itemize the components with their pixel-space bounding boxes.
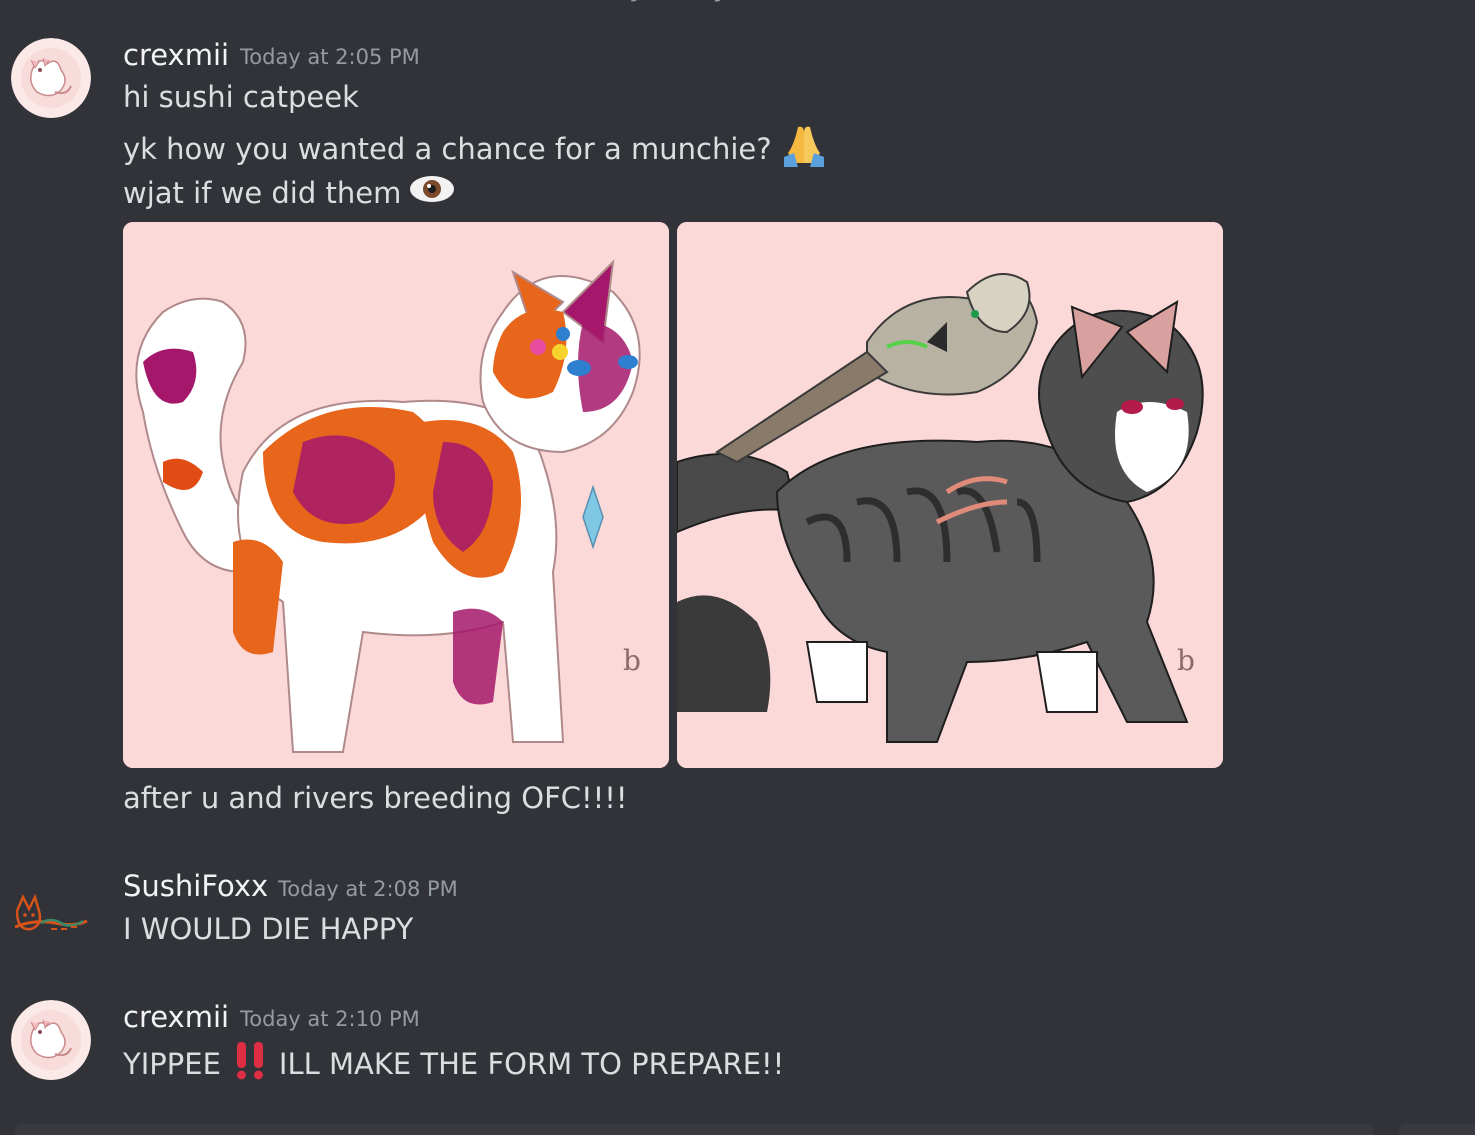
message-timestamp: Today at 2:10 PM — [240, 1007, 420, 1031]
svg-text:b: b — [1177, 644, 1195, 677]
attachments: b b — [123, 222, 1223, 768]
message-text-line: yk how you wanted a chance for a munchie… — [123, 131, 772, 166]
side-panel-edge — [1398, 1124, 1475, 1135]
message-text-line: ILL MAKE THE FORM TO PREPARE!! — [278, 1046, 785, 1081]
image-attachment[interactable]: b — [123, 222, 669, 768]
message-author[interactable]: SushiFoxx — [123, 869, 268, 903]
message-text-line: I WOULD DIE HAPPY — [123, 912, 414, 946]
message-timestamp: Today at 2:05 PM — [240, 45, 420, 69]
message-text: wjat if we did them — [123, 174, 455, 211]
message-text: I WOULD DIE HAPPY — [123, 912, 413, 946]
message-text: after u and rivers breeding OFC!!!! — [123, 781, 628, 815]
message-timestamp: Today at 2:08 PM — [278, 877, 458, 901]
avatar[interactable] — [11, 871, 91, 951]
message-text: hi sushi catpeek — [123, 80, 359, 114]
image-attachment[interactable]: b — [677, 222, 1223, 768]
chat-message-list: January 31, 2023 crexmii Today at 2:05 P… — [0, 0, 1475, 1135]
date-divider: January 31, 2023 — [0, 0, 1475, 8]
message-text-line: after u and rivers breeding OFC!!!! — [123, 781, 628, 815]
eye-emoji-icon — [409, 174, 455, 211]
message-input-bar[interactable] — [14, 1124, 1374, 1135]
message-text: YIPPEE ILL MAKE THE FORM TO PREPARE!! — [123, 1040, 784, 1087]
avatar[interactable] — [11, 1000, 91, 1080]
message-text: yk how you wanted a chance for a munchie… — [123, 121, 828, 176]
double-exclamation-emoji-icon — [233, 1040, 267, 1087]
message-text-line: wjat if we did them — [123, 175, 402, 210]
avatar[interactable] — [11, 38, 91, 118]
message-text-line: YIPPEE — [123, 1046, 221, 1081]
message-author[interactable]: crexmii — [123, 1000, 229, 1034]
praying-hands-emoji-icon — [780, 121, 828, 176]
svg-text:b: b — [623, 644, 641, 677]
message-author[interactable]: crexmii — [123, 38, 229, 72]
message-text-line: hi sushi catpeek — [123, 80, 359, 114]
